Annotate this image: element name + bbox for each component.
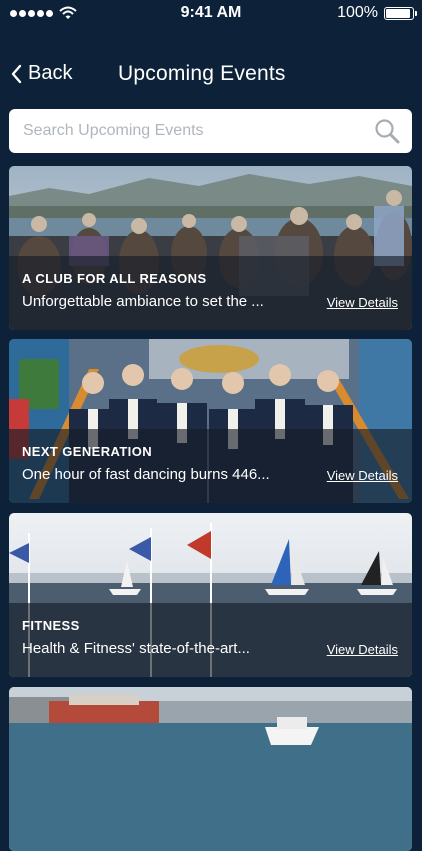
page-title: Upcoming Events xyxy=(118,62,286,85)
event-description: Unforgettable ambiance to set the ... xyxy=(22,293,264,310)
view-details-link[interactable]: View Details xyxy=(327,642,398,657)
battery-percent: 100% xyxy=(337,4,378,21)
chevron-left-icon xyxy=(11,64,22,83)
back-label: Back xyxy=(28,62,73,84)
signal-strength-icon xyxy=(10,9,53,17)
status-bar: 9:41 AM 100% xyxy=(0,0,422,26)
wifi-icon xyxy=(59,6,77,19)
event-description: Health & Fitness' state-of-the-art... xyxy=(22,640,250,657)
event-card[interactable]: NEXT GENERATION One hour of fast dancing… xyxy=(9,339,412,503)
event-category: NEXT GENERATION xyxy=(22,444,152,459)
event-category: FITNESS xyxy=(22,618,80,633)
event-photo-harbor xyxy=(9,687,412,851)
event-description: One hour of fast dancing burns 446... xyxy=(22,466,270,483)
back-button[interactable]: Back xyxy=(10,62,72,85)
status-left xyxy=(0,6,77,20)
nav-bar: Back Upcoming Events xyxy=(0,52,422,100)
view-details-link[interactable]: View Details xyxy=(327,468,398,483)
search-input[interactable] xyxy=(21,121,374,141)
event-card[interactable] xyxy=(9,687,412,851)
view-details-link[interactable]: View Details xyxy=(327,295,398,310)
status-right: 100% xyxy=(337,4,422,22)
event-card[interactable]: A CLUB FOR ALL REASONS Unforgettable amb… xyxy=(9,166,412,330)
event-card[interactable]: FITNESS Health & Fitness' state-of-the-a… xyxy=(9,513,412,677)
magnifier-icon[interactable] xyxy=(374,118,400,144)
battery-icon xyxy=(384,6,417,20)
search-box[interactable] xyxy=(9,109,412,153)
event-category: A CLUB FOR ALL REASONS xyxy=(22,271,207,286)
